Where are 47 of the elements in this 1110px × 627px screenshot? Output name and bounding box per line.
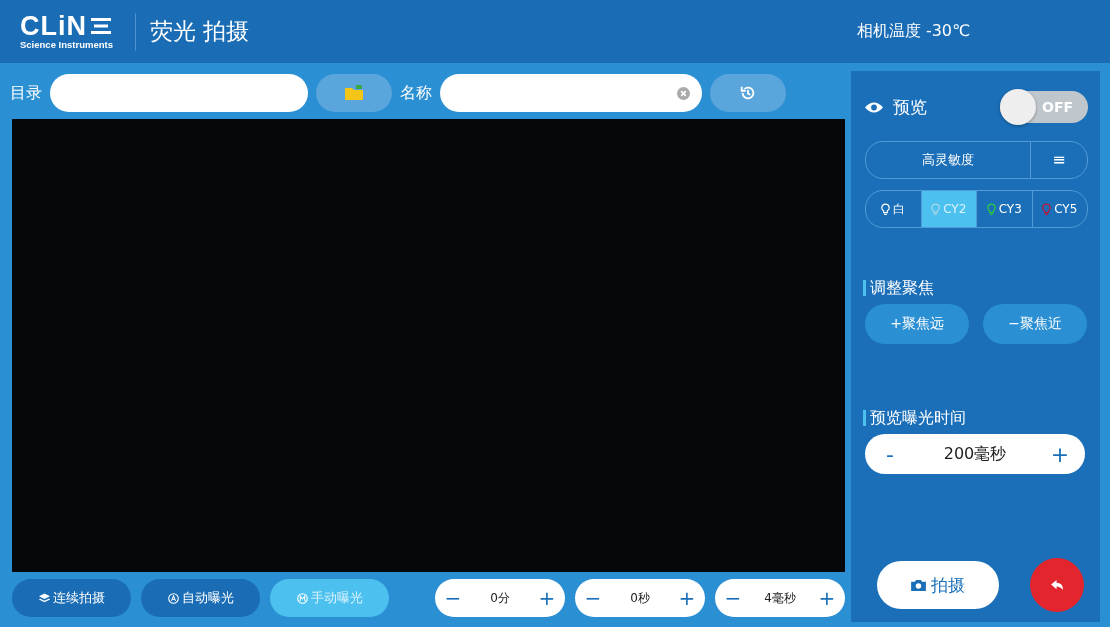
history-button[interactable] (710, 74, 786, 112)
sensitivity-selector[interactable]: 高灵敏度 ≡ (865, 141, 1088, 179)
menu-button[interactable]: ≡ (1030, 142, 1087, 178)
eye-icon (865, 100, 883, 114)
mode-button[interactable]: 自动曝光 (141, 579, 260, 617)
mode-button[interactable]: 连续拍摄 (12, 579, 131, 617)
decrease-button[interactable]: − (721, 586, 745, 610)
folder-icon (344, 85, 364, 101)
exposure-value: 200毫秒 (943, 443, 1007, 465)
clear-icon[interactable] (677, 86, 690, 100)
section-heading: 调整聚焦 (863, 280, 1088, 296)
channel-tab[interactable]: CY3 (977, 191, 1033, 227)
section-heading: 预览曝光时间 (863, 410, 1088, 426)
layers-icon (38, 593, 50, 603)
logo-subtitle: Science Instruments (20, 38, 113, 50)
logo-mark-icon (90, 17, 112, 35)
increase-button[interactable]: + (675, 586, 699, 610)
capture-button[interactable]: 拍摄 (877, 561, 999, 609)
increase-button[interactable]: + (1045, 441, 1075, 467)
channel-tab[interactable]: 白 (866, 191, 922, 227)
logo-text: CLiN (20, 13, 87, 39)
stepper-value: 4毫秒 (764, 589, 796, 607)
sensitivity-value: 高灵敏度 (921, 151, 975, 169)
folder-button[interactable] (316, 74, 392, 112)
circled-m-icon (296, 592, 308, 604)
history-icon (739, 84, 757, 102)
decrease-button[interactable]: − (441, 586, 465, 610)
page-title: 荧光 拍摄 (149, 17, 250, 46)
back-button[interactable] (1030, 558, 1084, 612)
increase-button[interactable]: + (535, 586, 559, 610)
decrease-button[interactable]: − (581, 586, 605, 610)
focus-near-button[interactable]: −聚焦近 (983, 304, 1087, 344)
directory-field[interactable] (50, 74, 308, 112)
decrease-button[interactable]: - (875, 441, 905, 467)
stepper-value: 0秒 (630, 589, 650, 607)
directory-label: 目录 (10, 82, 42, 104)
camera-icon (911, 579, 926, 591)
reply-arrow-icon (1050, 579, 1064, 591)
focus-far-button[interactable]: +聚焦远 (865, 304, 969, 344)
preview-label: 预览 (893, 95, 927, 119)
increase-button[interactable]: + (815, 586, 839, 610)
camera-temperature: 相机温度 -30℃ (856, 21, 970, 42)
name-field[interactable] (440, 74, 702, 112)
channel-tab[interactable]: CY5 (1032, 191, 1087, 227)
stepper-value: 0分 (490, 589, 510, 607)
name-label: 名称 (400, 82, 432, 104)
circled-a-icon (167, 592, 179, 604)
